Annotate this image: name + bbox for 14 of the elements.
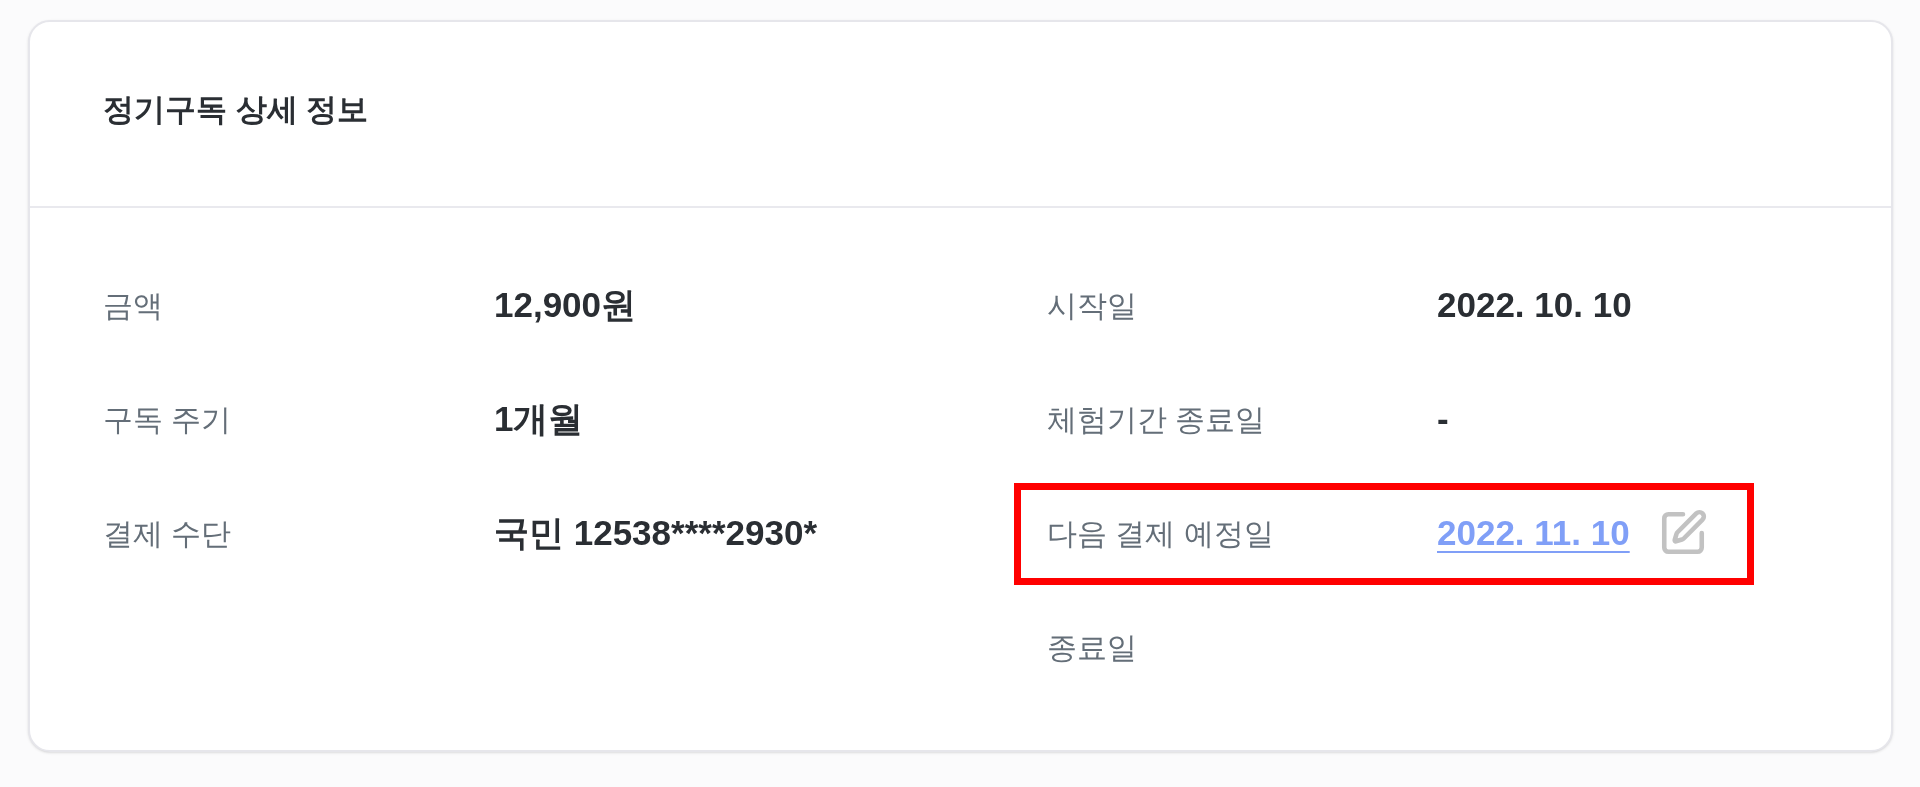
field-value: 2022. 10. 10 <box>1437 283 1632 326</box>
field-label: 시작일 <box>1047 287 1138 324</box>
field-label: 종료일 <box>1047 629 1138 666</box>
field-value: 12,900원 <box>494 283 637 326</box>
card-title: 정기구독 상세 정보 <box>103 90 369 129</box>
field-value: - <box>1437 397 1449 440</box>
field-label: 구독 주기 <box>103 401 233 438</box>
field-label: 금액 <box>103 287 164 324</box>
date-link[interactable]: 2022. 11. 10 <box>1437 506 1630 560</box>
field-label: 체험기간 종료일 <box>1047 401 1267 438</box>
field-value: 국민 12538****2930* <box>494 511 817 554</box>
field-value: 1개월 <box>494 397 584 440</box>
field-label: 다음 결제 예정일 <box>1047 515 1275 552</box>
field-label: 결제 수단 <box>103 515 233 552</box>
